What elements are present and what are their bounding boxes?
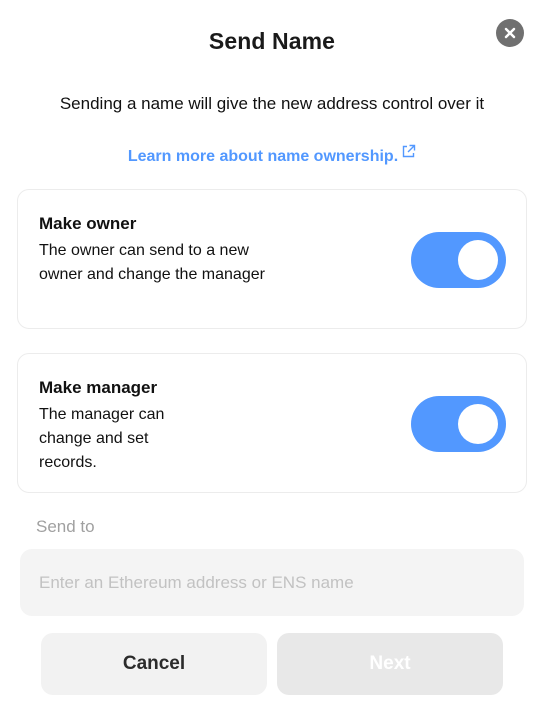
make-manager-title: Make manager [39,378,158,397]
toggle-knob [458,240,498,280]
make-owner-title: Make owner [39,214,137,233]
dialog-subtitle: Sending a name will give the new address… [59,94,485,113]
make-owner-card: Make owner The owner can send to a new o… [17,189,527,329]
send-to-label: Send to [36,517,95,536]
toggle-knob [458,404,498,444]
external-link-icon [401,144,416,164]
dialog-title: Send Name [208,28,336,54]
make-manager-toggle[interactable] [411,396,506,452]
make-owner-description: The owner can send to a new owner and ch… [39,242,265,283]
make-manager-card: Make manager The manager can change and … [17,353,527,493]
learn-more-link-text: Learn more about name ownership. [127,148,399,165]
cancel-button[interactable]: Cancel [41,633,267,695]
close-button[interactable] [496,19,524,47]
make-manager-description: The manager can change and set records. [39,406,165,471]
close-icon [504,27,516,39]
make-owner-toggle[interactable] [411,232,506,288]
address-input[interactable] [20,549,524,616]
send-name-dialog: Send Name Sending a name will give the n… [0,0,544,713]
learn-more-link[interactable]: Learn more about name ownership. [0,144,544,166]
next-button[interactable]: Next [277,633,503,695]
